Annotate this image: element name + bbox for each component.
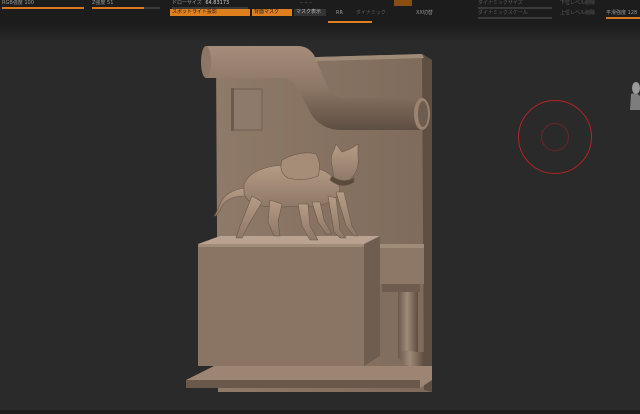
mask-display-button[interactable]: マスク表示 [294,9,326,16]
brush-cursor-inner [541,123,569,151]
frame-switch-label[interactable]: XX切替 [416,10,433,16]
bottom-bar [0,410,640,414]
z-intensity-fill [92,7,144,9]
bust-thumbnail[interactable] [630,80,640,110]
smooth-strength-fill [606,17,640,19]
toolbar-faded-label: ─ ─ ─ [300,0,313,6]
smooth-strength-label[interactable]: 平滑強度 128 [606,10,637,16]
subdiv-lower-button[interactable]: 下位レベル削除 [560,0,595,6]
top-toolbar: RGB強度 100 Z強度 51 ドローサイズ 64.83173 スポットライト… [0,0,640,26]
dynamic-scale-slider[interactable] [478,17,552,19]
backface-mask-button[interactable]: 背面マスク [252,9,292,16]
rgb-intensity-fill [2,7,84,9]
draw-size-text: ドローサイズ [172,0,202,6]
dynamic-size-label[interactable]: ダイナミックサイズ [478,0,523,6]
sculpt-model [186,46,432,392]
rr-label[interactable]: RR [336,10,343,16]
draw-size-label[interactable]: ドローサイズ 64.83173 [172,0,229,6]
draw-size-value: 64.83173 [205,0,230,6]
dynamic-label[interactable]: ダイナミック [356,10,386,16]
active-underline [328,21,372,23]
dynamic-size-slider[interactable] [478,7,552,9]
canvas-viewport[interactable] [0,26,640,414]
z-intensity-slider-label[interactable]: Z強度 51 [92,0,113,6]
color-swatch[interactable] [394,0,412,6]
brush-cursor-icon [518,100,592,174]
wall-window-panel [231,88,263,131]
spotlight-projection-button[interactable]: スポットライト投影 [170,9,250,16]
subdiv-higher-button[interactable]: 上位レベル削除 [560,10,595,16]
base-slab [186,366,432,388]
pedestal-box [198,236,380,366]
rgb-intensity-slider-label[interactable]: RGB強度 100 [2,0,34,6]
dynamic-scale-label[interactable]: ダイナミックスケール [478,10,528,16]
